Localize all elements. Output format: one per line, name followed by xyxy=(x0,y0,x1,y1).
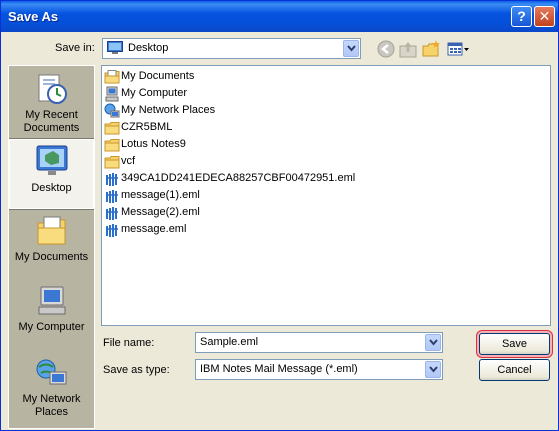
eml-file-icon xyxy=(106,224,118,237)
chevron-down-icon[interactable] xyxy=(425,334,441,351)
folder-icon xyxy=(104,139,120,152)
chevron-down-icon[interactable] xyxy=(425,361,441,378)
save-as-dialog: Save As ? ✕ Save in: Desktop My Recent D… xyxy=(0,0,559,431)
network-places-icon xyxy=(36,359,66,385)
chevron-down-icon[interactable] xyxy=(343,40,359,57)
views-menu-icon[interactable] xyxy=(447,39,471,59)
place-my-network-places[interactable]: My Network Places xyxy=(9,356,94,426)
save-as-type-value: IBM Notes Mail Message (*.eml) xyxy=(200,363,358,375)
my-computer-icon xyxy=(38,286,65,315)
file-name: message.eml xyxy=(121,223,187,235)
window-title: Save As xyxy=(8,9,59,24)
desktop-icon xyxy=(36,145,67,175)
title-bar[interactable]: Save As ? ✕ xyxy=(1,1,558,32)
network-places-icon xyxy=(104,103,120,118)
places-bar: My Recent Documents Desktop My Documents xyxy=(8,65,95,429)
my-computer-icon xyxy=(105,86,119,102)
back-icon[interactable] xyxy=(376,39,396,59)
place-desktop[interactable]: Desktop xyxy=(9,138,94,210)
file-name-value: Sample.eml xyxy=(200,336,259,348)
eml-file-icon xyxy=(106,207,118,220)
file-name: My Computer xyxy=(121,87,188,99)
place-label: Desktop xyxy=(31,182,72,194)
eml-file-icon xyxy=(106,190,118,203)
file-name: Lotus Notes9 xyxy=(121,138,186,150)
folder-icon xyxy=(104,156,120,169)
folder-icon xyxy=(104,122,120,135)
place-label: My Recent Documents xyxy=(23,109,80,134)
desktop-icon xyxy=(107,41,123,54)
new-folder-icon[interactable] xyxy=(421,39,441,59)
save-in-dropdown[interactable]: Desktop xyxy=(102,38,361,59)
place-label: My Network Places xyxy=(22,393,81,418)
file-name: vcf xyxy=(121,155,136,167)
file-name: Message(2).eml xyxy=(121,206,200,218)
help-button[interactable]: ? xyxy=(511,6,532,27)
my-documents-icon xyxy=(37,216,65,245)
place-my-documents[interactable]: My Documents xyxy=(9,214,94,284)
place-label: My Computer xyxy=(18,321,85,333)
place-label: My Documents xyxy=(14,251,89,263)
my-documents-folder-icon xyxy=(104,70,120,84)
file-name: My Network Places xyxy=(121,104,216,116)
save-in-value: Desktop xyxy=(128,42,169,54)
up-folder-icon[interactable] xyxy=(398,39,418,59)
close-button[interactable]: ✕ xyxy=(534,6,555,27)
save-as-type-dropdown[interactable]: IBM Notes Mail Message (*.eml) xyxy=(195,359,443,380)
file-list[interactable]: My Documents My Computer My Network Plac… xyxy=(101,65,551,326)
file-name: My Documents xyxy=(121,70,195,82)
recent-documents-icon xyxy=(38,74,67,104)
file-name: 349CA1DD241EDECA88257CBF00472951.eml xyxy=(121,172,356,184)
file-name-field[interactable]: Sample.eml xyxy=(195,332,443,353)
save-in-label: Save in: xyxy=(55,42,95,54)
eml-file-icon xyxy=(106,173,118,186)
place-my-recent-documents[interactable]: My Recent Documents xyxy=(9,72,94,140)
file-name: message(1).eml xyxy=(121,189,200,201)
place-my-computer[interactable]: My Computer xyxy=(9,284,94,354)
save-button[interactable]: Save xyxy=(479,333,550,355)
save-as-type-label: Save as type: xyxy=(103,364,170,376)
file-name: CZR5BML xyxy=(121,121,173,133)
file-name-label: File name: xyxy=(103,337,155,349)
cancel-button[interactable]: Cancel xyxy=(479,359,550,381)
